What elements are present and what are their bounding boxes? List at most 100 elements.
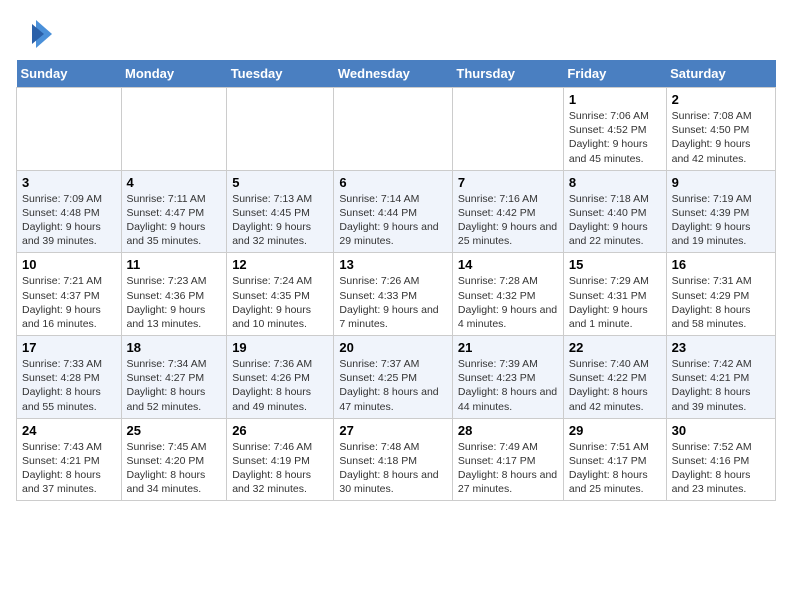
calendar-cell: 24 Sunrise: 7:43 AM Sunset: 4:21 PM Dayli… xyxy=(17,418,122,501)
day-number: 20 xyxy=(339,340,447,355)
day-number: 26 xyxy=(232,423,328,438)
day-number: 18 xyxy=(127,340,222,355)
day-number: 12 xyxy=(232,257,328,272)
calendar-cell xyxy=(121,88,227,171)
day-number: 24 xyxy=(22,423,116,438)
page-header xyxy=(16,16,776,52)
calendar-cell: 19 Sunrise: 7:36 AM Sunset: 4:26 PM Dayli… xyxy=(227,336,334,419)
calendar-cell: 27Sunrise: 7:48 AM Sunset: 4:18 PM Dayli… xyxy=(334,418,453,501)
day-info: Sunrise: 7:16 AM Sunset: 4:42 PM Dayligh… xyxy=(458,192,558,249)
calendar-cell: 26 Sunrise: 7:46 AM Sunset: 4:19 PM Dayli… xyxy=(227,418,334,501)
day-info: Sunrise: 7:52 AM Sunset: 4:16 PM Dayligh… xyxy=(672,440,770,497)
calendar-week-row: 1 Sunrise: 7:06 AM Sunset: 4:52 PM Daylig… xyxy=(17,88,776,171)
day-info: Sunrise: 7:24 AM Sunset: 4:35 PM Dayligh… xyxy=(232,274,328,331)
day-number: 11 xyxy=(127,257,222,272)
calendar-cell: 6 Sunrise: 7:14 AM Sunset: 4:44 PM Daylig… xyxy=(334,170,453,253)
day-info: Sunrise: 7:48 AM Sunset: 4:18 PM Dayligh… xyxy=(339,440,447,497)
day-info: Sunrise: 7:29 AM Sunset: 4:31 PM Dayligh… xyxy=(569,274,661,331)
weekday-header-row: SundayMondayTuesdayWednesdayThursdayFrid… xyxy=(17,60,776,88)
day-number: 5 xyxy=(232,175,328,190)
day-info: Sunrise: 7:11 AM Sunset: 4:47 PM Dayligh… xyxy=(127,192,222,249)
calendar-cell: 16 Sunrise: 7:31 AM Sunset: 4:29 PM Dayli… xyxy=(666,253,775,336)
day-info: Sunrise: 7:36 AM Sunset: 4:26 PM Dayligh… xyxy=(232,357,328,414)
day-number: 6 xyxy=(339,175,447,190)
calendar-cell: 5 Sunrise: 7:13 AM Sunset: 4:45 PM Daylig… xyxy=(227,170,334,253)
day-number: 7 xyxy=(458,175,558,190)
calendar-cell: 23 Sunrise: 7:42 AM Sunset: 4:21 PM Dayli… xyxy=(666,336,775,419)
calendar-cell: 8 Sunrise: 7:18 AM Sunset: 4:40 PM Daylig… xyxy=(563,170,666,253)
calendar-cell: 9 Sunrise: 7:19 AM Sunset: 4:39 PM Daylig… xyxy=(666,170,775,253)
day-number: 23 xyxy=(672,340,770,355)
day-number: 14 xyxy=(458,257,558,272)
day-number: 17 xyxy=(22,340,116,355)
day-info: Sunrise: 7:43 AM Sunset: 4:21 PM Dayligh… xyxy=(22,440,116,497)
calendar-cell: 22 Sunrise: 7:40 AM Sunset: 4:22 PM Dayli… xyxy=(563,336,666,419)
calendar-cell xyxy=(334,88,453,171)
day-number: 15 xyxy=(569,257,661,272)
day-info: Sunrise: 7:33 AM Sunset: 4:28 PM Dayligh… xyxy=(22,357,116,414)
calendar-cell: 10 Sunrise: 7:21 AM Sunset: 4:37 PM Dayli… xyxy=(17,253,122,336)
calendar-cell xyxy=(227,88,334,171)
calendar-cell: 25 Sunrise: 7:45 AM Sunset: 4:20 PM Dayli… xyxy=(121,418,227,501)
weekday-header: Wednesday xyxy=(334,60,453,88)
day-info: Sunrise: 7:21 AM Sunset: 4:37 PM Dayligh… xyxy=(22,274,116,331)
day-number: 3 xyxy=(22,175,116,190)
logo xyxy=(16,16,56,52)
day-info: Sunrise: 7:51 AM Sunset: 4:17 PM Dayligh… xyxy=(569,440,661,497)
weekday-header: Saturday xyxy=(666,60,775,88)
calendar-cell: 12 Sunrise: 7:24 AM Sunset: 4:35 PM Dayli… xyxy=(227,253,334,336)
day-number: 19 xyxy=(232,340,328,355)
weekday-header: Monday xyxy=(121,60,227,88)
day-number: 1 xyxy=(569,92,661,107)
day-info: Sunrise: 7:46 AM Sunset: 4:19 PM Dayligh… xyxy=(232,440,328,497)
day-info: Sunrise: 7:06 AM Sunset: 4:52 PM Dayligh… xyxy=(569,109,661,166)
day-number: 16 xyxy=(672,257,770,272)
day-info: Sunrise: 7:13 AM Sunset: 4:45 PM Dayligh… xyxy=(232,192,328,249)
day-info: Sunrise: 7:40 AM Sunset: 4:22 PM Dayligh… xyxy=(569,357,661,414)
day-number: 22 xyxy=(569,340,661,355)
calendar-table: SundayMondayTuesdayWednesdayThursdayFrid… xyxy=(16,60,776,501)
weekday-header: Friday xyxy=(563,60,666,88)
day-info: Sunrise: 7:14 AM Sunset: 4:44 PM Dayligh… xyxy=(339,192,447,249)
day-number: 4 xyxy=(127,175,222,190)
calendar-cell: 7 Sunrise: 7:16 AM Sunset: 4:42 PM Daylig… xyxy=(452,170,563,253)
day-info: Sunrise: 7:34 AM Sunset: 4:27 PM Dayligh… xyxy=(127,357,222,414)
calendar-cell: 17 Sunrise: 7:33 AM Sunset: 4:28 PM Dayli… xyxy=(17,336,122,419)
day-number: 9 xyxy=(672,175,770,190)
day-number: 30 xyxy=(672,423,770,438)
calendar-cell: 11 Sunrise: 7:23 AM Sunset: 4:36 PM Dayli… xyxy=(121,253,227,336)
calendar-cell: 18 Sunrise: 7:34 AM Sunset: 4:27 PM Dayli… xyxy=(121,336,227,419)
weekday-header: Thursday xyxy=(452,60,563,88)
calendar-cell: 4 Sunrise: 7:11 AM Sunset: 4:47 PM Daylig… xyxy=(121,170,227,253)
day-info: Sunrise: 7:19 AM Sunset: 4:39 PM Dayligh… xyxy=(672,192,770,249)
day-number: 2 xyxy=(672,92,770,107)
calendar-week-row: 3 Sunrise: 7:09 AM Sunset: 4:48 PM Daylig… xyxy=(17,170,776,253)
day-info: Sunrise: 7:31 AM Sunset: 4:29 PM Dayligh… xyxy=(672,274,770,331)
day-info: Sunrise: 7:49 AM Sunset: 4:17 PM Dayligh… xyxy=(458,440,558,497)
day-number: 8 xyxy=(569,175,661,190)
calendar-week-row: 24 Sunrise: 7:43 AM Sunset: 4:21 PM Dayli… xyxy=(17,418,776,501)
day-info: Sunrise: 7:42 AM Sunset: 4:21 PM Dayligh… xyxy=(672,357,770,414)
day-number: 13 xyxy=(339,257,447,272)
calendar-cell: 20Sunrise: 7:37 AM Sunset: 4:25 PM Dayli… xyxy=(334,336,453,419)
day-info: Sunrise: 7:45 AM Sunset: 4:20 PM Dayligh… xyxy=(127,440,222,497)
logo-icon xyxy=(16,16,52,52)
day-number: 21 xyxy=(458,340,558,355)
day-info: Sunrise: 7:09 AM Sunset: 4:48 PM Dayligh… xyxy=(22,192,116,249)
calendar-cell: 1 Sunrise: 7:06 AM Sunset: 4:52 PM Daylig… xyxy=(563,88,666,171)
day-info: Sunrise: 7:28 AM Sunset: 4:32 PM Dayligh… xyxy=(458,274,558,331)
weekday-header: Tuesday xyxy=(227,60,334,88)
day-info: Sunrise: 7:18 AM Sunset: 4:40 PM Dayligh… xyxy=(569,192,661,249)
day-number: 10 xyxy=(22,257,116,272)
calendar-cell: 29Sunrise: 7:51 AM Sunset: 4:17 PM Dayli… xyxy=(563,418,666,501)
calendar-cell: 14 Sunrise: 7:28 AM Sunset: 4:32 PM Dayli… xyxy=(452,253,563,336)
day-info: Sunrise: 7:08 AM Sunset: 4:50 PM Dayligh… xyxy=(672,109,770,166)
calendar-cell xyxy=(452,88,563,171)
day-number: 28 xyxy=(458,423,558,438)
day-number: 25 xyxy=(127,423,222,438)
day-info: Sunrise: 7:23 AM Sunset: 4:36 PM Dayligh… xyxy=(127,274,222,331)
day-info: Sunrise: 7:39 AM Sunset: 4:23 PM Dayligh… xyxy=(458,357,558,414)
calendar-week-row: 17 Sunrise: 7:33 AM Sunset: 4:28 PM Dayli… xyxy=(17,336,776,419)
weekday-header: Sunday xyxy=(17,60,122,88)
calendar-cell: 30 Sunrise: 7:52 AM Sunset: 4:16 PM Dayli… xyxy=(666,418,775,501)
